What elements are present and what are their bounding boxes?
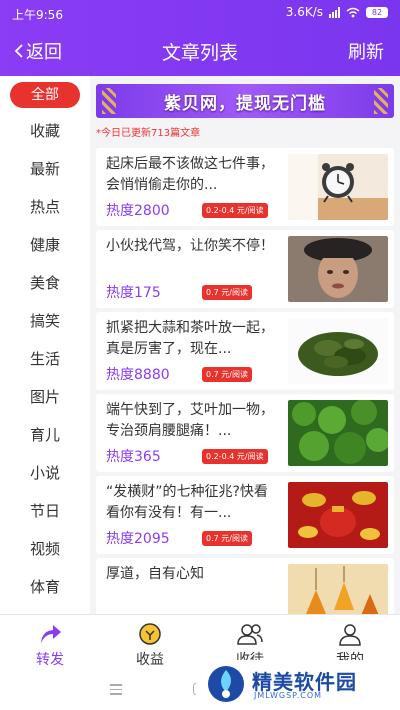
heat-count: 热度175	[106, 285, 161, 301]
sidebar-item-favorites[interactable]: 收藏	[0, 112, 90, 150]
leaves-image	[288, 564, 388, 614]
sidebar-item-food[interactable]: 美食	[0, 264, 90, 302]
refresh-button[interactable]: 刷新	[348, 38, 384, 64]
header: 上午9:56 3.6K/s 82 返回 文章列表 刷新	[0, 0, 400, 76]
status-time: 上午9:56	[12, 8, 63, 22]
sidebar-item-sports[interactable]: 体育	[0, 568, 90, 606]
user-icon	[310, 621, 390, 647]
article-title: 小伙找代驾，让你笑不停！	[106, 238, 274, 254]
nav-bar: 返回 文章列表 刷新	[0, 28, 400, 72]
list-item[interactable]: 起床后最不该做这七件事，会悄悄偷走你的... 热度2800 0.2-0.4 元/…	[96, 148, 394, 226]
price-badge: 0.2-0.4 元/阅读	[202, 203, 268, 218]
watermark-url: JMLWGSP.COM	[254, 691, 323, 700]
sidebar-item-all[interactable]: 全部	[10, 82, 80, 108]
list-item[interactable]: 小伙找代驾，让你笑不停！ 热度175 0.7 元/阅读	[96, 230, 394, 308]
users-icon	[210, 621, 290, 647]
sidebar-item-video[interactable]: 视频	[0, 530, 90, 568]
price-badge: 0.7 元/阅读	[202, 367, 252, 382]
article-title: 厚道，自有心知	[106, 566, 204, 582]
app-screen: 上午9:56 3.6K/s 82 返回 文章列表 刷新 全部 收藏 最新 热点 …	[0, 0, 400, 710]
list-item[interactable]: 抓紧把大蒜和茶叶放一起，真是厉害了，现在... 热度8880 0.7 元/阅读	[96, 312, 394, 390]
heat-count: 热度2095	[106, 531, 170, 547]
page-title: 文章列表	[161, 42, 238, 64]
coin-icon	[110, 621, 190, 647]
network-speed: 3.6K/s	[285, 5, 323, 19]
sidebar-item-festival[interactable]: 节日	[0, 492, 90, 530]
price-badge: 0.7 元/阅读	[202, 531, 252, 546]
clock-image	[288, 154, 388, 220]
status-icons: 3.6K/s 82	[286, 5, 388, 19]
price-badge: 0.7 元/阅读	[202, 285, 252, 300]
article-title: 端午快到了，艾叶加一物，专治颈肩腰腿痛！...	[106, 402, 274, 439]
signal-icon	[329, 6, 340, 18]
list-item[interactable]: 端午快到了，艾叶加一物，专治颈肩腰腿痛！... 热度365 0.2-0.4 元/…	[96, 394, 394, 472]
article-list: 紫贝网，提现无门槛 *今日已更新713篇文章 起床后最不该做这七件事，会悄悄偷走…	[90, 76, 400, 614]
article-title: “发横财”的七种征兆?快看看你有没有！有一...	[106, 484, 268, 521]
list-item[interactable]: 厚道，自有心知	[96, 558, 394, 614]
article-title: 抓紧把大蒜和茶叶放一起，真是厉害了，现在...	[106, 320, 274, 357]
sidebar-item-novel[interactable]: 小说	[0, 454, 90, 492]
list-item[interactable]: “发横财”的七种征兆?快看看你有没有！有一... 热度2095 0.7 元/阅读	[96, 476, 394, 554]
share-icon	[10, 621, 90, 647]
watermark: 精美软件园 JMLWGSP.COM	[196, 660, 392, 706]
heat-count: 热度365	[106, 449, 161, 465]
watermark-logo	[208, 666, 244, 702]
fortune-image	[288, 482, 388, 548]
heat-count: 热度2800	[106, 203, 170, 219]
sidebar-item-funny[interactable]: 搞笑	[0, 302, 90, 340]
battery-icon: 82	[366, 6, 388, 18]
person-image	[288, 236, 388, 302]
sidebar-item-parenting[interactable]: 育儿	[0, 416, 90, 454]
mugwort-image	[288, 400, 388, 466]
promo-banner[interactable]: 紫贝网，提现无门槛	[96, 84, 394, 118]
banner-text: 紫贝网，提现无门槛	[164, 93, 326, 114]
tab-label: 转发	[36, 652, 64, 668]
sidebar-item-life[interactable]: 生活	[0, 340, 90, 378]
sidebar-item-health[interactable]: 健康	[0, 226, 90, 264]
wifi-icon	[346, 7, 360, 17]
sidebar-item-hot[interactable]: 热点	[0, 188, 90, 226]
heat-count: 热度8880	[106, 367, 170, 383]
tea-image	[288, 318, 388, 384]
tab-share[interactable]: 转发	[10, 621, 90, 669]
status-bar: 上午9:56 3.6K/s 82	[0, 0, 400, 26]
menu-icon[interactable]	[110, 684, 122, 698]
article-title: 起床后最不该做这七件事，会悄悄偷走你的...	[106, 156, 274, 193]
tab-label: 收益	[136, 652, 164, 668]
sidebar-item-pictures[interactable]: 图片	[0, 378, 90, 416]
price-badge: 0.2-0.4 元/阅读	[202, 449, 268, 464]
tab-earnings[interactable]: 收益	[110, 621, 190, 669]
update-note: *今日已更新713篇文章	[96, 128, 201, 139]
sidebar-item-latest[interactable]: 最新	[0, 150, 90, 188]
category-sidebar: 全部 收藏 最新 热点 健康 美食 搞笑 生活 图片 育儿 小说 节日 视频 体…	[0, 76, 90, 614]
